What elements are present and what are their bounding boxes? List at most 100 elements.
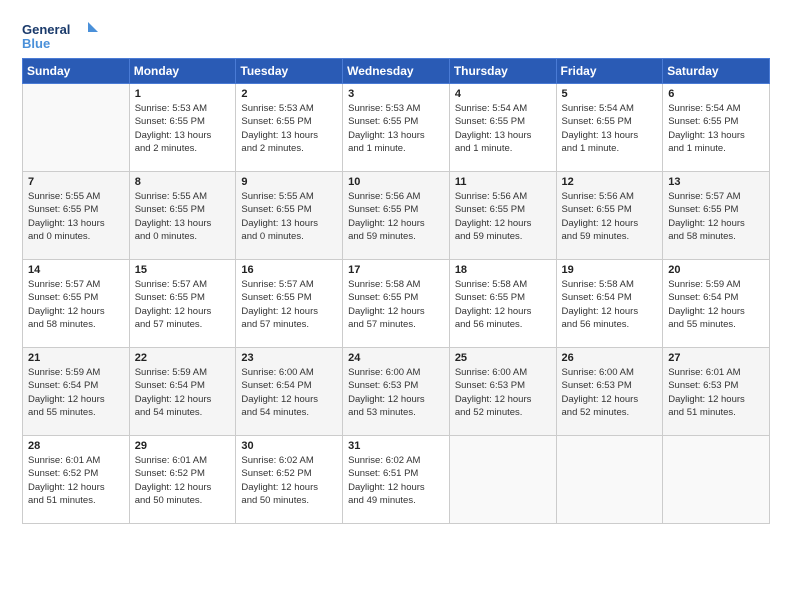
weekday-header: Sunday (23, 59, 130, 84)
logo-svg: General Blue (22, 18, 102, 54)
day-info: Sunrise: 5:56 AMSunset: 6:55 PMDaylight:… (562, 190, 658, 243)
day-number: 10 (348, 176, 444, 188)
day-info: Sunrise: 5:58 AMSunset: 6:55 PMDaylight:… (455, 278, 551, 331)
calendar-cell: 23 Sunrise: 6:00 AMSunset: 6:54 PMDayligh… (236, 348, 343, 436)
calendar-cell: 11Sunrise: 5:56 AMSunset: 6:55 PMDayligh… (449, 172, 556, 260)
day-info: Sunrise: 6:00 AMSunset: 6:53 PMDaylight:… (562, 366, 658, 419)
day-number: 9 (241, 176, 337, 188)
calendar-cell: 10 Sunrise: 5:56 AMSunset: 6:55 PMDayligh… (343, 172, 450, 260)
day-number: 29 (135, 440, 231, 452)
day-info: Sunrise: 5:54 AMSunset: 6:55 PMDaylight:… (668, 102, 764, 155)
calendar-week-row: 28 Sunrise: 6:01 AMSunset: 6:52 PMDayligh… (23, 436, 770, 524)
calendar-cell: 1Sunrise: 5:53 AMSunset: 6:55 PMDaylight… (129, 84, 236, 172)
logo: General Blue (22, 18, 102, 54)
calendar-cell: 6 Sunrise: 5:54 AMSunset: 6:55 PMDaylight… (663, 84, 770, 172)
day-number: 5 (562, 88, 658, 100)
calendar-cell: 24 Sunrise: 6:00 AMSunset: 6:53 PMDayligh… (343, 348, 450, 436)
day-info: Sunrise: 5:53 AMSunset: 6:55 PMDaylight:… (241, 102, 337, 155)
day-number: 31 (348, 440, 444, 452)
day-info: Sunrise: 5:57 AMSunset: 6:55 PMDaylight:… (668, 190, 764, 243)
day-number: 27 (668, 352, 764, 364)
day-number: 28 (28, 440, 124, 452)
day-number: 4 (455, 88, 551, 100)
calendar-cell: 13 Sunrise: 5:57 AMSunset: 6:55 PMDayligh… (663, 172, 770, 260)
calendar-cell: 21 Sunrise: 5:59 AMSunset: 6:54 PMDayligh… (23, 348, 130, 436)
calendar-cell: 9 Sunrise: 5:55 AMSunset: 6:55 PMDaylight… (236, 172, 343, 260)
day-info: Sunrise: 5:57 AMSunset: 6:55 PMDaylight:… (241, 278, 337, 331)
day-number: 24 (348, 352, 444, 364)
day-info: Sunrise: 5:56 AMSunset: 6:55 PMDaylight:… (455, 190, 551, 243)
day-number: 6 (668, 88, 764, 100)
day-number: 22 (135, 352, 231, 364)
day-info: Sunrise: 6:00 AMSunset: 6:53 PMDaylight:… (455, 366, 551, 419)
day-number: 3 (348, 88, 444, 100)
day-number: 13 (668, 176, 764, 188)
calendar-cell: 16 Sunrise: 5:57 AMSunset: 6:55 PMDayligh… (236, 260, 343, 348)
day-number: 15 (135, 264, 231, 276)
calendar-cell: 25 Sunrise: 6:00 AMSunset: 6:53 PMDayligh… (449, 348, 556, 436)
day-number: 1 (135, 88, 231, 100)
calendar-week-row: 14Sunrise: 5:57 AMSunset: 6:55 PMDayligh… (23, 260, 770, 348)
day-info: Sunrise: 6:02 AMSunset: 6:52 PMDaylight:… (241, 454, 337, 507)
svg-text:General: General (22, 22, 70, 37)
day-info: Sunrise: 5:53 AMSunset: 6:55 PMDaylight:… (348, 102, 444, 155)
day-number: 18 (455, 264, 551, 276)
calendar-cell: 2 Sunrise: 5:53 AMSunset: 6:55 PMDaylight… (236, 84, 343, 172)
calendar-week-row: 7Sunrise: 5:55 AMSunset: 6:55 PMDaylight… (23, 172, 770, 260)
calendar-cell: 30 Sunrise: 6:02 AMSunset: 6:52 PMDayligh… (236, 436, 343, 524)
day-info: Sunrise: 6:01 AMSunset: 6:53 PMDaylight:… (668, 366, 764, 419)
page: General Blue SundayMondayTuesdayWednesda… (0, 0, 792, 536)
day-number: 26 (562, 352, 658, 364)
calendar-cell: 7Sunrise: 5:55 AMSunset: 6:55 PMDaylight… (23, 172, 130, 260)
weekday-header: Friday (556, 59, 663, 84)
day-info: Sunrise: 5:55 AMSunset: 6:55 PMDaylight:… (28, 190, 124, 243)
day-info: Sunrise: 6:01 AMSunset: 6:52 PMDaylight:… (135, 454, 231, 507)
day-info: Sunrise: 5:54 AMSunset: 6:55 PMDaylight:… (562, 102, 658, 155)
calendar-cell: 18 Sunrise: 5:58 AMSunset: 6:55 PMDayligh… (449, 260, 556, 348)
day-info: Sunrise: 5:59 AMSunset: 6:54 PMDaylight:… (135, 366, 231, 419)
day-number: 16 (241, 264, 337, 276)
calendar-cell: 22 Sunrise: 5:59 AMSunset: 6:54 PMDayligh… (129, 348, 236, 436)
day-info: Sunrise: 5:57 AMSunset: 6:55 PMDaylight:… (135, 278, 231, 331)
day-number: 19 (562, 264, 658, 276)
day-info: Sunrise: 5:55 AMSunset: 6:55 PMDaylight:… (241, 190, 337, 243)
calendar-cell (449, 436, 556, 524)
day-number: 20 (668, 264, 764, 276)
calendar-cell: 12 Sunrise: 5:56 AMSunset: 6:55 PMDayligh… (556, 172, 663, 260)
calendar-cell: 14Sunrise: 5:57 AMSunset: 6:55 PMDayligh… (23, 260, 130, 348)
day-info: Sunrise: 6:00 AMSunset: 6:53 PMDaylight:… (348, 366, 444, 419)
header: General Blue (22, 18, 770, 54)
day-number: 21 (28, 352, 124, 364)
calendar-cell: 3 Sunrise: 5:53 AMSunset: 6:55 PMDaylight… (343, 84, 450, 172)
day-number: 23 (241, 352, 337, 364)
day-number: 30 (241, 440, 337, 452)
day-info: Sunrise: 5:59 AMSunset: 6:54 PMDaylight:… (28, 366, 124, 419)
weekday-header: Tuesday (236, 59, 343, 84)
calendar-cell: 20 Sunrise: 5:59 AMSunset: 6:54 PMDayligh… (663, 260, 770, 348)
calendar-cell: 28 Sunrise: 6:01 AMSunset: 6:52 PMDayligh… (23, 436, 130, 524)
calendar-cell: 27 Sunrise: 6:01 AMSunset: 6:53 PMDayligh… (663, 348, 770, 436)
calendar-cell: 5 Sunrise: 5:54 AMSunset: 6:55 PMDaylight… (556, 84, 663, 172)
calendar-week-row: 21 Sunrise: 5:59 AMSunset: 6:54 PMDayligh… (23, 348, 770, 436)
day-info: Sunrise: 6:01 AMSunset: 6:52 PMDaylight:… (28, 454, 124, 507)
day-number: 2 (241, 88, 337, 100)
day-info: Sunrise: 5:55 AMSunset: 6:55 PMDaylight:… (135, 190, 231, 243)
day-number: 12 (562, 176, 658, 188)
svg-text:Blue: Blue (22, 36, 50, 51)
day-info: Sunrise: 5:59 AMSunset: 6:54 PMDaylight:… (668, 278, 764, 331)
day-info: Sunrise: 6:00 AMSunset: 6:54 PMDaylight:… (241, 366, 337, 419)
weekday-header: Wednesday (343, 59, 450, 84)
calendar-cell (23, 84, 130, 172)
calendar-cell: 29 Sunrise: 6:01 AMSunset: 6:52 PMDayligh… (129, 436, 236, 524)
calendar-cell (556, 436, 663, 524)
day-info: Sunrise: 5:58 AMSunset: 6:54 PMDaylight:… (562, 278, 658, 331)
calendar-week-row: 1 Sunrise: 5:53 AMSunset: 6:55 PMDaylight… (23, 84, 770, 172)
calendar-cell: 19 Sunrise: 5:58 AMSunset: 6:54 PMDayligh… (556, 260, 663, 348)
weekday-header: Thursday (449, 59, 556, 84)
day-number: 25 (455, 352, 551, 364)
day-info: Sunrise: 5:58 AMSunset: 6:55 PMDaylight:… (348, 278, 444, 331)
day-info: Sunrise: 5:54 AMSunset: 6:55 PMDaylight:… (455, 102, 551, 155)
day-info: Sunrise: 5:56 AMSunset: 6:55 PMDaylight:… (348, 190, 444, 243)
calendar-cell: 4 Sunrise: 5:54 AMSunset: 6:55 PMDaylight… (449, 84, 556, 172)
weekday-header: Saturday (663, 59, 770, 84)
